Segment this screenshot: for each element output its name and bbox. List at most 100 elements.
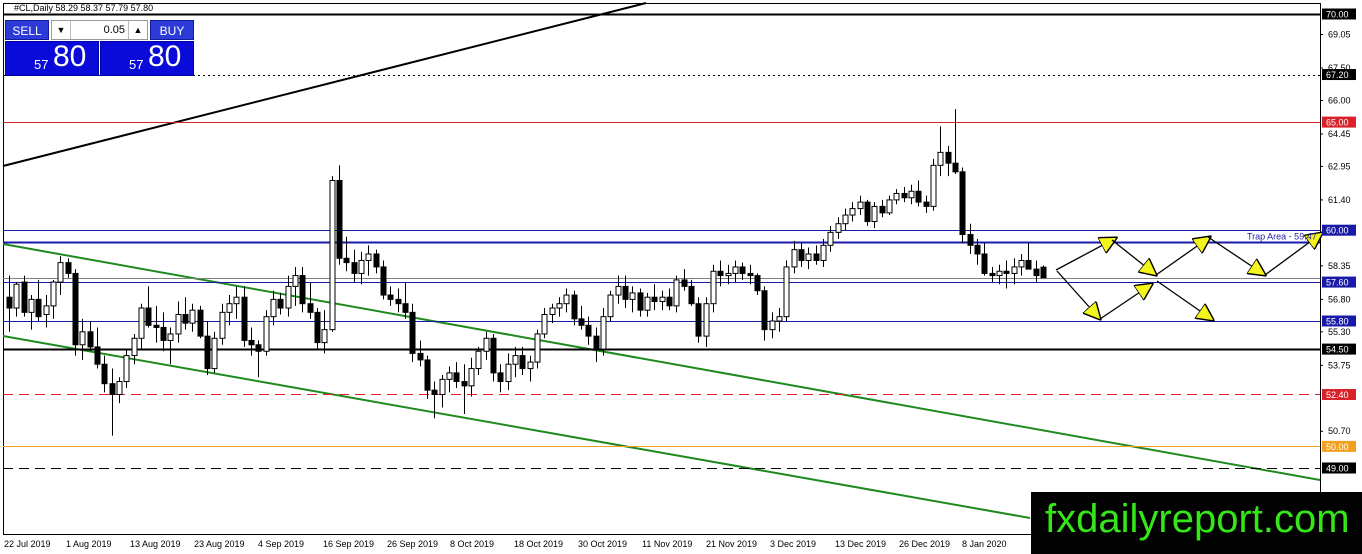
candle-body <box>549 307 556 316</box>
candle-body <box>138 307 145 339</box>
sell-button[interactable]: SELL <box>5 20 49 40</box>
candle-body <box>673 279 680 307</box>
candle-body <box>607 294 614 318</box>
chevron-up-icon[interactable]: ▲ <box>128 21 147 39</box>
chart-window[interactable]: 69.05 67.50 66.00 64.45 62.95 61.40 58.35 56.80… <box>0 0 1362 554</box>
lot-size-input[interactable]: ▼ 0.05 ▲ <box>51 20 148 40</box>
date-tick-label: 13 Dec 2019 <box>835 539 886 549</box>
candle-body <box>512 355 519 365</box>
candle-body <box>739 266 746 274</box>
sell-price-button[interactable]: 57 80 <box>5 40 99 76</box>
candle-body <box>593 335 600 350</box>
candle-body <box>204 335 211 370</box>
candle-body <box>798 249 805 261</box>
candle-body <box>211 337 218 370</box>
scenario-arrow[interactable] <box>1156 280 1213 320</box>
candle-body <box>849 208 856 216</box>
price-tick-label: 61.40 <box>1328 195 1351 205</box>
candle-body <box>307 303 314 313</box>
candle-body <box>292 275 299 287</box>
level-tag-label: 52.40 <box>1326 390 1349 400</box>
candle-body <box>101 363 108 385</box>
candle-body <box>145 307 152 326</box>
date-tick-label: 13 Aug 2019 <box>130 539 181 549</box>
candle-body <box>241 296 248 341</box>
candle-body <box>453 372 460 383</box>
candle-body <box>541 314 548 335</box>
candle-body <box>1040 266 1047 279</box>
candle-body <box>94 346 101 365</box>
candle-body <box>175 314 182 335</box>
buy-button[interactable]: BUY <box>150 20 194 40</box>
candle-body <box>974 244 981 255</box>
candle-body <box>959 171 966 236</box>
candle-body <box>1025 259 1032 270</box>
candle-body <box>827 231 834 246</box>
date-tick-label: 26 Dec 2019 <box>899 539 950 549</box>
candle-body <box>153 324 160 328</box>
candle-body <box>387 294 394 300</box>
candle-body <box>629 292 636 300</box>
candle-body <box>123 355 130 383</box>
candle-body <box>285 285 292 309</box>
candle-body <box>233 296 240 305</box>
candle-body <box>490 337 497 374</box>
candle-body <box>1003 270 1010 274</box>
candle-body <box>35 298 42 318</box>
candle-body <box>160 326 167 341</box>
price-tick-label: 53.75 <box>1328 360 1351 370</box>
candle-body <box>270 298 277 318</box>
candle-body <box>871 205 878 223</box>
date-tick-label: 30 Oct 2019 <box>578 539 627 549</box>
price-chart[interactable]: 69.0567.5066.0064.4562.9561.4058.3556.80… <box>0 0 1362 554</box>
scenario-arrow[interactable] <box>1099 284 1152 320</box>
lot-size-value[interactable]: 0.05 <box>104 21 125 39</box>
plot-frame <box>3 3 1321 535</box>
candle-body <box>402 303 409 313</box>
candle-body <box>615 285 622 296</box>
candle-body <box>57 262 64 283</box>
candle-body <box>329 179 336 331</box>
candle-body <box>915 190 922 203</box>
level-tag-label: 55.80 <box>1326 316 1349 326</box>
candle-body <box>622 285 629 300</box>
date-tick-label: 4 Sep 2019 <box>258 539 304 549</box>
candle-body <box>930 164 937 207</box>
scenario-arrow[interactable] <box>1111 239 1156 275</box>
chevron-down-icon[interactable]: ▼ <box>52 21 71 39</box>
candle-body <box>681 279 688 287</box>
date-tick-label: 1 Aug 2019 <box>66 539 112 549</box>
sell-price-pips: 80 <box>53 40 87 73</box>
price-tick-label: 64.45 <box>1328 129 1351 139</box>
candle-body <box>585 324 592 337</box>
price-tick-label: 66.00 <box>1328 95 1351 105</box>
level-tag-label: 60.00 <box>1326 226 1349 236</box>
candle-body <box>277 298 284 309</box>
date-tick-label: 8 Oct 2019 <box>450 539 494 549</box>
candle-body <box>50 281 57 307</box>
candle-body <box>446 372 453 380</box>
candle-body <box>769 320 776 331</box>
channel-upper-line[interactable] <box>2 243 1321 481</box>
candle-body <box>505 363 512 383</box>
candle-body <box>87 331 94 348</box>
candle-body <box>534 333 541 363</box>
date-tick-label: 22 Jul 2019 <box>4 539 51 549</box>
candle-body <box>182 314 189 324</box>
candle-body <box>644 296 651 311</box>
candle-body <box>732 266 739 274</box>
buy-price-button[interactable]: 57 80 <box>100 40 194 76</box>
candle-body <box>879 205 886 214</box>
candle-body <box>343 257 350 264</box>
sell-price-prefix: 57 <box>34 57 49 72</box>
buy-price-pips: 80 <box>148 40 182 73</box>
candle-body <box>299 275 306 305</box>
price-tick-label: 56.80 <box>1328 294 1351 304</box>
candle-body <box>116 381 123 395</box>
level-tag-label: 49.00 <box>1326 464 1349 474</box>
date-tick-label: 18 Oct 2019 <box>514 539 563 549</box>
candle-body <box>43 305 50 316</box>
candle-body <box>813 253 820 261</box>
date-tick-label: 11 Nov 2019 <box>642 539 692 549</box>
watermark-text: fxdailyreport.com <box>1045 497 1350 541</box>
